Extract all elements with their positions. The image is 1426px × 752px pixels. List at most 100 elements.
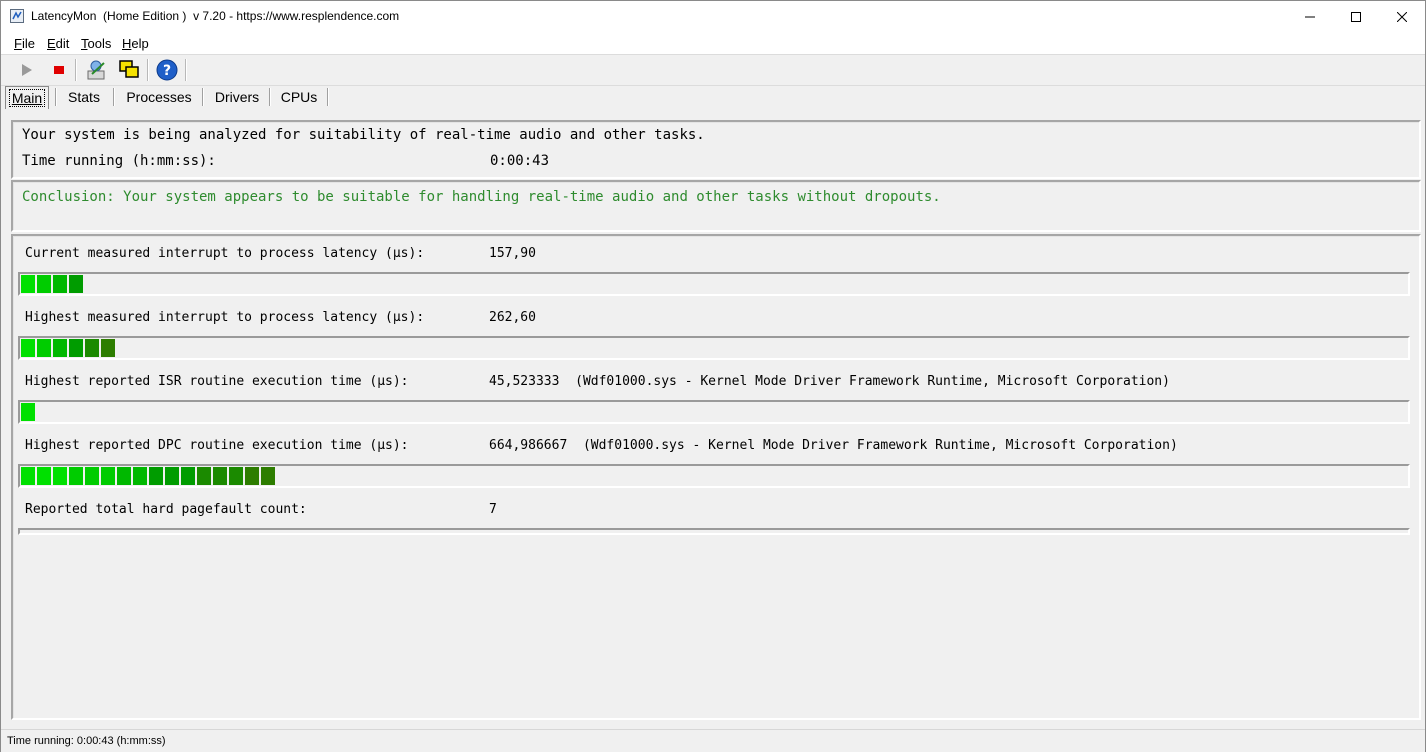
menu-bar: File Edit Tools Help xyxy=(1,32,1425,55)
time-running-label: Time running (h:mm:ss): xyxy=(22,153,216,169)
latency-bar-segment xyxy=(85,467,99,485)
latency-bar-segment xyxy=(181,467,195,485)
report-button[interactable] xyxy=(85,58,109,82)
tab-stats[interactable]: Stats xyxy=(59,86,109,108)
measurement-value: 45,523333 xyxy=(489,374,560,389)
title-bar[interactable]: LatencyMon (Home Edition ) v 7.20 - http… xyxy=(1,1,1425,32)
latencymon-window: LatencyMon (Home Edition ) v 7.20 - http… xyxy=(0,0,1426,752)
menu-help-accel: H xyxy=(122,36,132,51)
tab-separator xyxy=(55,88,57,106)
windows-icon xyxy=(119,60,139,78)
toolbar-separator xyxy=(185,59,187,81)
latency-bar xyxy=(18,528,1410,535)
latency-bar-segment xyxy=(53,275,67,293)
close-icon xyxy=(1397,11,1407,22)
latency-bar-segment xyxy=(53,467,67,485)
report-icon xyxy=(87,60,105,80)
measurement-driver-detail: (Wdf01000.sys - Kernel Mode Driver Frame… xyxy=(582,438,1178,453)
tab-separator xyxy=(113,88,115,106)
tab-processes-label: Processes xyxy=(126,89,192,105)
latency-bar-segment xyxy=(229,467,243,485)
status-line: Your system is being analyzed for suitab… xyxy=(22,127,705,143)
latency-bar-segment xyxy=(101,339,115,357)
menu-file[interactable]: File xyxy=(14,36,35,51)
menu-tools[interactable]: Tools xyxy=(81,36,111,51)
tab-separator xyxy=(202,88,204,106)
window-title: LatencyMon (Home Edition ) v 7.20 - http… xyxy=(31,9,400,23)
latency-bar-segment xyxy=(69,339,83,357)
svg-text:?: ? xyxy=(163,63,171,79)
tab-processes[interactable]: Processes xyxy=(119,86,199,108)
latency-bar-segment xyxy=(53,339,67,357)
windows-button[interactable] xyxy=(117,58,141,82)
latency-bar-segment xyxy=(213,467,227,485)
app-icon xyxy=(10,9,24,23)
menu-help-label: elp xyxy=(131,36,149,51)
tab-strip: Main Stats Processes Drivers CPUs xyxy=(1,86,1425,110)
analysis-status-panel: Your system is being analyzed for suitab… xyxy=(11,120,1421,179)
tab-cpus[interactable]: CPUs xyxy=(273,86,325,108)
menu-edit-accel: E xyxy=(47,36,56,51)
latency-bar xyxy=(18,464,1410,488)
latency-bar xyxy=(18,336,1410,360)
measurement-label: Current measured interrupt to process la… xyxy=(25,246,425,261)
latency-bar-segment xyxy=(165,467,179,485)
tab-separator xyxy=(327,88,329,106)
stop-button[interactable] xyxy=(47,58,71,82)
latency-bar-segment xyxy=(261,467,275,485)
tab-stats-label: Stats xyxy=(68,89,100,105)
latency-bar-segment xyxy=(21,467,35,485)
tab-main[interactable]: Main xyxy=(5,86,49,109)
play-icon xyxy=(22,64,32,76)
latency-bar-segment xyxy=(37,275,51,293)
toolbar-separator xyxy=(147,59,149,81)
latency-bar-segment xyxy=(85,339,99,357)
measurement-driver-detail: (Wdf01000.sys - Kernel Mode Driver Frame… xyxy=(575,374,1170,389)
latency-bar-segment xyxy=(117,467,131,485)
measurement-value: 7 xyxy=(489,502,497,517)
latency-bar-segment xyxy=(149,467,163,485)
menu-edit-label: dit xyxy=(55,36,70,51)
latency-bar xyxy=(18,400,1410,424)
minimize-button[interactable] xyxy=(1287,1,1333,32)
menu-tools-label: ools xyxy=(87,36,112,51)
measurement-value: 664,986667 xyxy=(489,438,568,453)
measurement-value: 262,60 xyxy=(489,310,536,325)
latency-bar-segment xyxy=(101,467,115,485)
close-button[interactable] xyxy=(1379,1,1425,32)
time-running-value: 0:00:43 xyxy=(490,153,550,169)
latency-bar-segment xyxy=(245,467,259,485)
latency-bar-segment xyxy=(21,275,35,293)
toolbar-separator xyxy=(75,59,77,81)
stop-icon xyxy=(54,66,64,74)
latency-bar-segment xyxy=(21,339,35,357)
latency-bar-segment xyxy=(21,403,35,421)
maximize-button[interactable] xyxy=(1333,1,1379,32)
tab-main-label: Main xyxy=(8,89,46,107)
help-button[interactable]: ? xyxy=(155,58,179,82)
measurement-value: 157,90 xyxy=(489,246,536,261)
menu-edit[interactable]: Edit xyxy=(47,36,69,51)
menu-help[interactable]: Help xyxy=(122,36,149,51)
latency-bar-segment xyxy=(197,467,211,485)
start-button[interactable] xyxy=(15,58,39,82)
latency-bar-segment xyxy=(69,275,83,293)
latency-bar-segment xyxy=(69,467,83,485)
latency-bar-segment xyxy=(133,467,147,485)
measurement-label: Highest measured interrupt to process la… xyxy=(25,310,425,325)
tab-cpus-label: CPUs xyxy=(280,89,318,105)
conclusion-panel: Conclusion: Your system appears to be su… xyxy=(11,180,1421,232)
measurement-label: Highest reported DPC routine execution t… xyxy=(25,438,409,453)
maximize-icon xyxy=(1351,11,1361,22)
latency-bar-segment xyxy=(37,339,51,357)
minimize-icon xyxy=(1305,16,1315,17)
menu-file-accel: F xyxy=(14,36,22,51)
latency-bar-segment xyxy=(37,467,51,485)
tab-separator xyxy=(269,88,271,106)
menu-file-label: ile xyxy=(21,36,35,51)
latency-bar xyxy=(18,272,1410,296)
tab-drivers[interactable]: Drivers xyxy=(207,86,267,108)
status-bar: Time running: 0:00:43 (h:mm:ss) xyxy=(1,729,1425,752)
measurement-label: Reported total hard pagefault count: xyxy=(25,502,307,517)
measurement-label: Highest reported ISR routine execution t… xyxy=(25,374,409,389)
